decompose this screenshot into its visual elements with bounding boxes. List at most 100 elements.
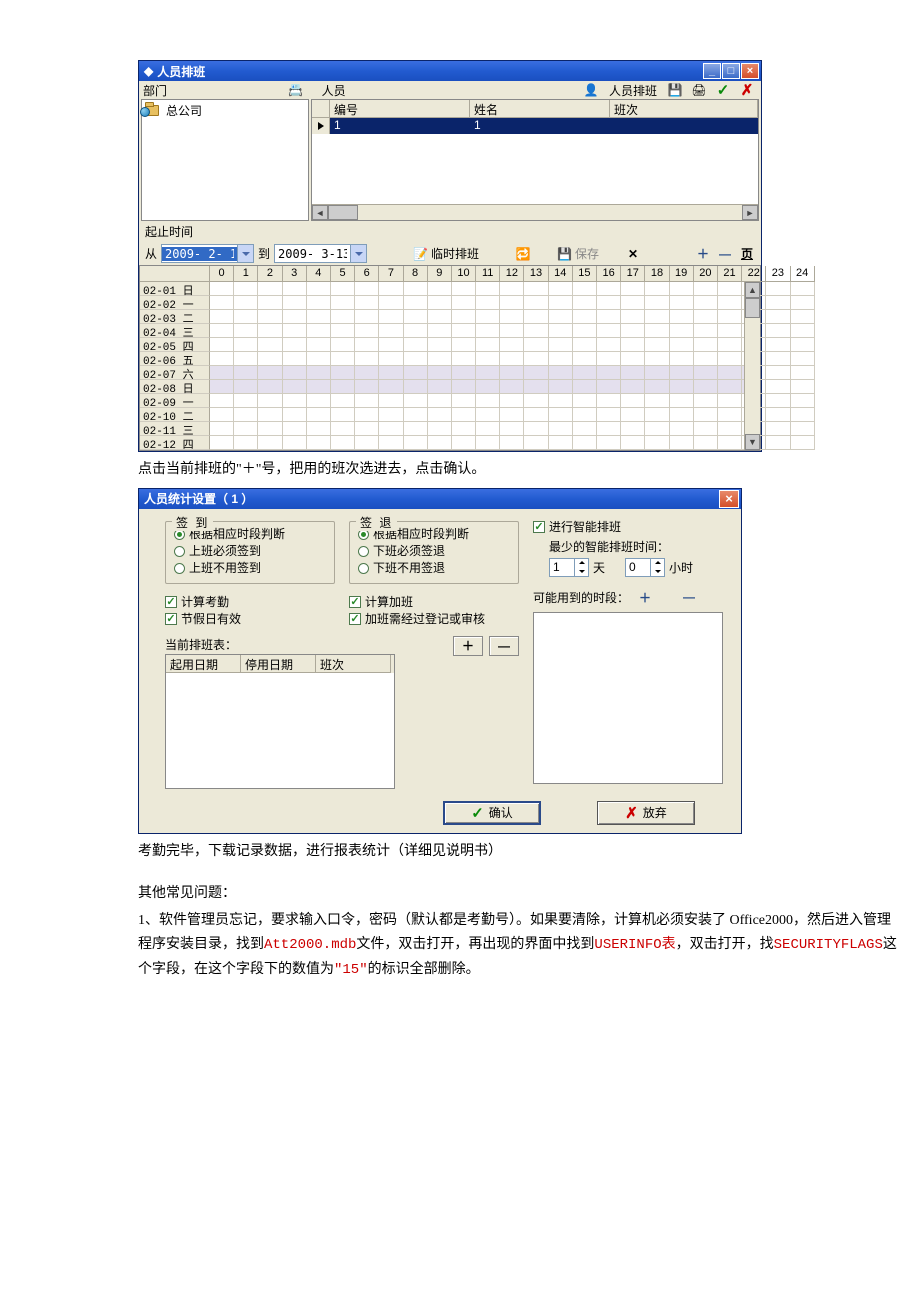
schedule-cell[interactable] xyxy=(210,310,234,324)
schedule-cell[interactable] xyxy=(355,394,379,408)
schedule-cell[interactable] xyxy=(573,380,597,394)
schedule-cell[interactable] xyxy=(549,380,573,394)
export-icon[interactable]: 💾 xyxy=(667,82,683,98)
schedule-cell[interactable] xyxy=(452,352,476,366)
schedule-cell[interactable] xyxy=(694,282,718,296)
schedule-cell[interactable] xyxy=(573,394,597,408)
spin-down-icon[interactable] xyxy=(651,567,664,576)
schedule-cell[interactable] xyxy=(549,310,573,324)
schedule-cell[interactable] xyxy=(500,310,524,324)
schedule-cell[interactable] xyxy=(283,282,307,296)
scroll-down-icon[interactable]: ▼ xyxy=(745,434,760,450)
schedule-cell[interactable] xyxy=(476,352,500,366)
schedule-cell[interactable] xyxy=(452,380,476,394)
schedule-cell[interactable] xyxy=(379,338,403,352)
dropdown-icon[interactable] xyxy=(350,245,366,262)
schedule-cell[interactable] xyxy=(549,422,573,436)
schedule-cell[interactable] xyxy=(549,436,573,450)
schedule-row[interactable]: 02-03 二 xyxy=(140,310,760,324)
schedule-cell[interactable] xyxy=(694,394,718,408)
schedule-cell[interactable] xyxy=(258,408,282,422)
schedule-cell[interactable] xyxy=(670,324,694,338)
scroll-up-icon[interactable]: ▲ xyxy=(745,282,760,298)
schedule-cell[interactable] xyxy=(597,436,621,450)
schedule-cell[interactable] xyxy=(645,380,669,394)
schedule-cell[interactable] xyxy=(524,282,548,296)
schedule-cell[interactable] xyxy=(597,296,621,310)
schedule-cell[interactable] xyxy=(234,408,258,422)
schedule-cell[interactable] xyxy=(307,296,331,310)
schedule-cell[interactable] xyxy=(404,408,428,422)
schedule-cell[interactable] xyxy=(355,422,379,436)
schedule-cell[interactable] xyxy=(670,366,694,380)
schedule-cell[interactable] xyxy=(597,310,621,324)
schedule-cell[interactable] xyxy=(210,408,234,422)
v-scrollbar[interactable]: ▲ ▼ xyxy=(744,282,760,450)
schedule-cell[interactable] xyxy=(500,422,524,436)
scroll-thumb[interactable] xyxy=(745,298,760,318)
minimize-button[interactable]: _ xyxy=(703,63,721,79)
remove-period-icon[interactable]: — xyxy=(683,590,695,604)
schedule-cell[interactable] xyxy=(621,380,645,394)
schedule-cell[interactable] xyxy=(258,380,282,394)
schedule-cell[interactable] xyxy=(791,352,815,366)
schedule-cell[interactable] xyxy=(573,366,597,380)
person-grid[interactable]: 编号 姓名 班次 1 1 ◄ ► xyxy=(311,99,759,221)
cancel-icon[interactable]: ✗ xyxy=(739,82,755,98)
schedule-cell[interactable] xyxy=(379,282,403,296)
schedule-cell[interactable] xyxy=(500,282,524,296)
schedule-cell[interactable] xyxy=(694,408,718,422)
schedule-cell[interactable] xyxy=(645,436,669,450)
schedule-cell[interactable] xyxy=(355,282,379,296)
schedule-cell[interactable] xyxy=(428,422,452,436)
dept-tree[interactable]: 总公司 xyxy=(141,99,309,221)
schedule-cell[interactable] xyxy=(283,380,307,394)
schedule-cell[interactable] xyxy=(404,436,428,450)
schedule-cell[interactable] xyxy=(258,338,282,352)
schedule-cell[interactable] xyxy=(452,394,476,408)
schedule-cell[interactable] xyxy=(791,282,815,296)
schedule-cell[interactable] xyxy=(307,352,331,366)
schedule-cell[interactable] xyxy=(476,408,500,422)
schedule-cell[interactable] xyxy=(791,366,815,380)
schedule-row[interactable]: 02-12 四 xyxy=(140,436,760,450)
schedule-cell[interactable] xyxy=(549,324,573,338)
schedule-cell[interactable] xyxy=(234,282,258,296)
schedule-cell[interactable] xyxy=(718,380,742,394)
schedule-cell[interactable] xyxy=(694,436,718,450)
save-button[interactable]: 💾 保存 xyxy=(553,244,603,263)
schedule-cell[interactable] xyxy=(379,436,403,450)
remove-row-button[interactable]: — xyxy=(489,636,519,656)
remove-icon[interactable]: — xyxy=(717,246,733,262)
schedule-cell[interactable] xyxy=(500,394,524,408)
schedule-cell[interactable] xyxy=(355,352,379,366)
schedule-cell[interactable] xyxy=(500,352,524,366)
schedule-cell[interactable] xyxy=(645,408,669,422)
schedule-cell[interactable] xyxy=(549,408,573,422)
schedule-cell[interactable] xyxy=(234,366,258,380)
schedule-cell[interactable] xyxy=(694,296,718,310)
schedule-cell[interactable] xyxy=(791,436,815,450)
date-to-input[interactable] xyxy=(275,247,350,261)
schedule-cell[interactable] xyxy=(549,352,573,366)
schedule-cell[interactable] xyxy=(524,366,548,380)
schedule-cell[interactable] xyxy=(283,408,307,422)
schedule-cell[interactable] xyxy=(234,352,258,366)
schedule-cell[interactable] xyxy=(428,338,452,352)
schedule-cell[interactable] xyxy=(621,324,645,338)
schedule-cell[interactable] xyxy=(331,296,355,310)
schedule-cell[interactable] xyxy=(670,436,694,450)
schedule-cell[interactable] xyxy=(331,380,355,394)
schedule-cell[interactable] xyxy=(645,338,669,352)
schedule-cell[interactable] xyxy=(524,310,548,324)
maximize-button[interactable]: □ xyxy=(722,63,740,79)
schedule-cell[interactable] xyxy=(283,324,307,338)
schedule-cell[interactable] xyxy=(524,380,548,394)
schedule-cell[interactable] xyxy=(573,408,597,422)
schedule-cell[interactable] xyxy=(645,324,669,338)
schedule-row[interactable]: 02-10 二 xyxy=(140,408,760,422)
schedule-cell[interactable] xyxy=(694,352,718,366)
schedule-cell[interactable] xyxy=(379,324,403,338)
schedule-cell[interactable] xyxy=(621,408,645,422)
schedule-cell[interactable] xyxy=(331,394,355,408)
